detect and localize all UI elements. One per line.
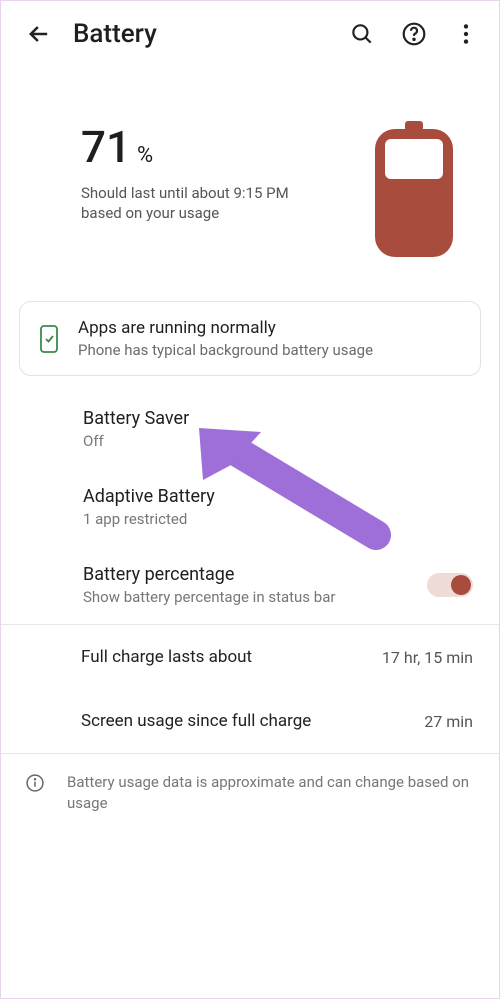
back-arrow-icon[interactable] (25, 20, 53, 48)
page-title: Battery (73, 19, 329, 49)
phone-check-icon (38, 324, 60, 354)
screen-usage-row[interactable]: Screen usage since full charge 27 min (1, 689, 499, 753)
stat-label: Full charge lasts about (81, 647, 252, 667)
search-icon[interactable] (349, 21, 375, 47)
full-charge-row[interactable]: Full charge lasts about 17 hr, 15 min (1, 625, 499, 689)
battery-percent-number: 71 (81, 121, 131, 173)
row-title: Battery percentage (83, 564, 413, 585)
apps-status-card[interactable]: Apps are running normally Phone has typi… (19, 301, 481, 376)
card-subtitle: Phone has typical background battery usa… (78, 341, 373, 359)
battery-percentage-toggle[interactable] (427, 573, 473, 597)
help-icon[interactable] (401, 21, 427, 47)
row-subtitle: Show battery percentage in status bar (83, 588, 413, 606)
footer-text: Battery usage data is approximate and ca… (67, 772, 473, 814)
battery-percentage-row[interactable]: Battery percentage Show battery percenta… (1, 546, 499, 624)
battery-icon (369, 121, 459, 261)
info-icon (25, 772, 45, 794)
battery-saver-row[interactable]: Battery Saver Off (1, 390, 499, 468)
stat-value: 27 min (424, 712, 473, 731)
footer-note: Battery usage data is approximate and ca… (1, 754, 499, 832)
row-subtitle: Off (83, 432, 473, 450)
row-title: Battery Saver (83, 408, 473, 429)
stat-value: 17 hr, 15 min (382, 648, 473, 667)
row-title: Adaptive Battery (83, 486, 473, 507)
adaptive-battery-row[interactable]: Adaptive Battery 1 app restricted (1, 468, 499, 546)
more-icon[interactable] (453, 21, 479, 47)
row-subtitle: 1 app restricted (83, 510, 473, 528)
battery-overview: 71 % Should last until about 9:15 PM bas… (1, 61, 499, 301)
stat-label: Screen usage since full charge (81, 711, 311, 731)
card-title: Apps are running normally (78, 318, 373, 338)
battery-percent-symbol: % (137, 143, 153, 168)
battery-estimate: Should last until about 9:15 PM based on… (81, 183, 301, 224)
